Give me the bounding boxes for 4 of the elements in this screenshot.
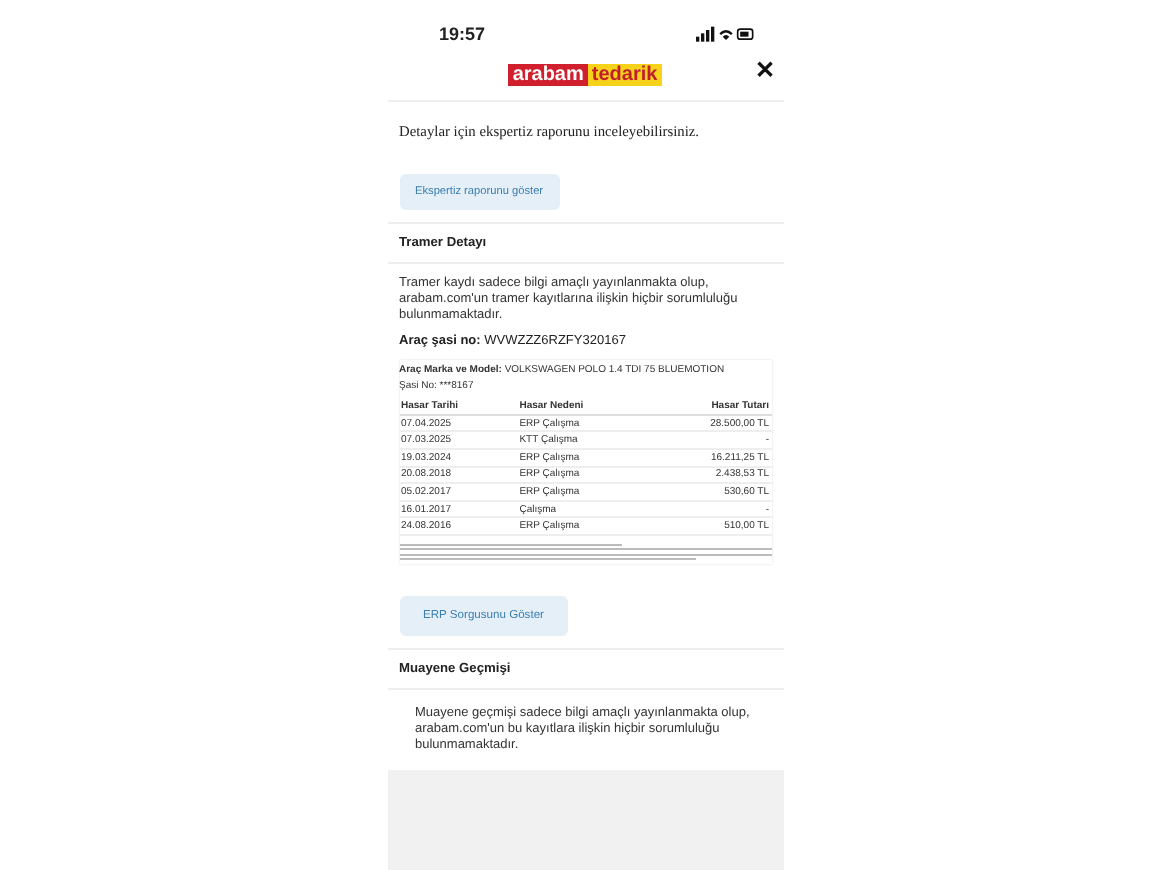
logo: arabam tedarik	[508, 63, 662, 85]
close-button[interactable]: ✕	[755, 56, 775, 84]
status-time: 19:57	[439, 24, 486, 44]
status-icons	[695, 25, 755, 43]
